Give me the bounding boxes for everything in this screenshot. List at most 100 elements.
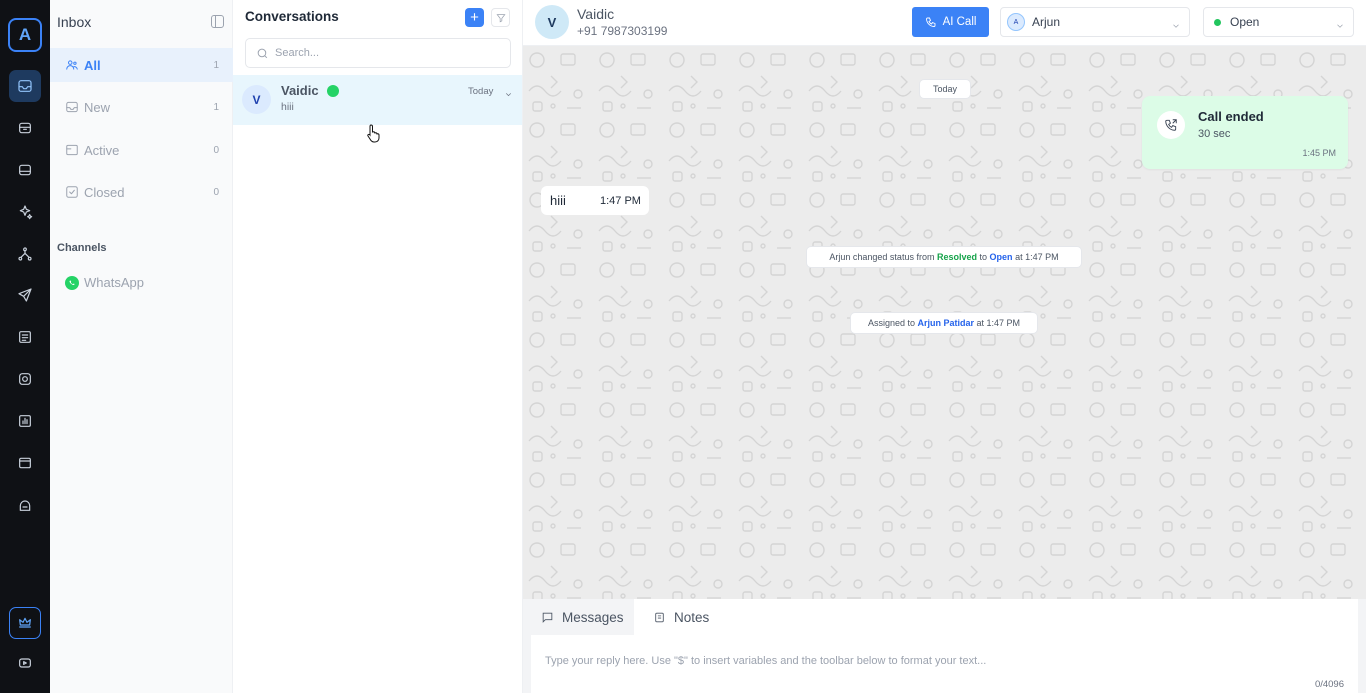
inbox-icon[interactable] — [9, 70, 41, 102]
avatar: V — [535, 5, 569, 39]
video-icon[interactable] — [9, 647, 41, 679]
call-time: 1:45 PM — [1302, 148, 1336, 158]
event-text: Assigned to — [867, 318, 915, 328]
tab-notes[interactable]: Notes — [643, 599, 719, 635]
crown-icon[interactable] — [9, 607, 41, 639]
conversations-title: Conversations — [245, 9, 339, 24]
channel-label: WhatsApp — [84, 275, 144, 290]
search-input[interactable] — [275, 47, 495, 59]
ai-call-button[interactable]: AI Call — [912, 7, 989, 37]
date-divider: Today — [920, 80, 970, 98]
tab-messages[interactable]: Messages — [531, 599, 634, 635]
filter-icon — [495, 13, 506, 22]
browser-icon[interactable] — [9, 447, 41, 479]
conversation-time: Today — [468, 86, 494, 97]
inbox-item-active[interactable]: Active 0 — [50, 133, 233, 167]
status-change-event: Arjun changed status from Resolved to Op… — [807, 247, 1081, 267]
hard-drive-icon[interactable] — [9, 154, 41, 186]
inbox-item-closed[interactable]: Closed 0 — [50, 175, 233, 209]
inbox-item-label: Closed — [84, 184, 125, 200]
tab-label: Messages — [562, 609, 624, 625]
whatsapp-icon — [327, 85, 339, 97]
inbox-tray-icon — [66, 101, 78, 113]
call-duration: 30 sec — [1198, 128, 1231, 140]
users-icon — [66, 60, 78, 70]
network-icon[interactable] — [9, 238, 41, 270]
call-title: Call ended — [1198, 109, 1264, 124]
whatsapp-icon — [65, 275, 79, 290]
chevron-down-icon[interactable] — [504, 86, 513, 97]
avatar: A — [1007, 13, 1025, 31]
hand-cursor-icon — [367, 124, 380, 143]
event-text: at 1:47 PM — [1015, 252, 1059, 262]
status-label: Open — [1230, 15, 1260, 29]
inbox-item-label: New — [84, 99, 111, 115]
app-rail: A — [0, 0, 50, 693]
bot-icon[interactable] — [9, 489, 41, 521]
ai-call-label: AI Call — [942, 16, 977, 28]
folder-icon — [66, 144, 78, 156]
chat-header: V Vaidic +91 7987303199 AI Call A Arjun … — [523, 0, 1366, 46]
character-counter: 0/4096 — [1314, 679, 1344, 690]
conversation-preview: hiii — [281, 101, 294, 113]
inbox-item-label: Active — [84, 142, 120, 158]
tab-label: Notes — [674, 609, 710, 625]
inbox-item-label: All — [84, 57, 101, 73]
search-icon — [257, 48, 268, 58]
chat-area: V Vaidic +91 7987303199 AI Call A Arjun … — [523, 0, 1366, 693]
phone-call-icon — [1157, 111, 1185, 139]
conversations-panel: Conversations + V Vaidic hiii Today — [233, 0, 523, 693]
chevron-down-icon — [1335, 18, 1345, 28]
message-time: 1:47 PM — [600, 195, 641, 207]
assignee-name: Arjun — [1032, 15, 1061, 29]
contact-phone: +91 7987303199 — [577, 24, 668, 38]
inbox-title: Inbox — [57, 14, 92, 30]
inbox-item-count: 1 — [213, 101, 219, 113]
event-from-status: Resolved — [936, 252, 977, 262]
check-square-icon — [66, 186, 78, 198]
search-box[interactable] — [245, 38, 511, 68]
notes-icon — [655, 612, 664, 622]
assignee-select[interactable]: A Arjun — [1000, 7, 1190, 37]
inbox-item-all[interactable]: All 1 — [50, 48, 233, 82]
phone-icon — [925, 17, 936, 27]
inbox-panel: Inbox All 1 New 1 Active 0 Closed 0 Chan… — [50, 0, 233, 693]
instagram-icon[interactable] — [9, 363, 41, 395]
list-icon[interactable] — [9, 321, 41, 353]
status-dot — [1214, 18, 1221, 26]
composer: Messages Notes 0/4096 — [523, 599, 1366, 693]
event-to-status: Open — [989, 252, 1013, 262]
conversation-item[interactable]: V Vaidic hiii Today — [233, 75, 522, 125]
chart-icon[interactable] — [9, 405, 41, 437]
channels-heading: Channels — [57, 242, 107, 254]
sparkles-icon[interactable] — [9, 196, 41, 228]
chevron-down-icon — [1171, 18, 1181, 28]
composer-box: Messages Notes 0/4096 — [531, 599, 1358, 693]
event-assignee: Arjun Patidar — [917, 318, 974, 328]
filter-button[interactable] — [491, 8, 510, 27]
workspace-logo[interactable]: A — [8, 18, 42, 52]
event-text: to — [979, 252, 988, 262]
incoming-message: hiii 1:47 PM — [541, 186, 649, 215]
send-icon[interactable] — [9, 279, 41, 311]
status-select[interactable]: Open — [1203, 7, 1354, 37]
event-text: Arjun changed status from — [829, 252, 935, 262]
call-ended-card: Call ended 30 sec 1:45 PM — [1142, 96, 1348, 169]
reply-input[interactable] — [545, 655, 1325, 675]
event-text: at 1:47 PM — [976, 318, 1021, 328]
inbox-item-count: 1 — [213, 59, 219, 71]
message-icon — [542, 612, 553, 623]
channel-whatsapp[interactable]: WhatsApp — [65, 275, 144, 290]
avatar: V — [242, 85, 271, 114]
message-text: hiii — [550, 193, 566, 208]
contact-name: Vaidic — [577, 6, 615, 22]
archive-icon[interactable] — [9, 112, 41, 144]
inbox-item-count: 0 — [213, 144, 219, 156]
message-list[interactable]: Today Call ended 30 sec 1:45 PM hiii 1:4… — [523, 46, 1366, 599]
assignment-event: Assigned to Arjun Patidar at 1:47 PM — [851, 313, 1037, 333]
new-conversation-button[interactable]: + — [465, 8, 484, 27]
inbox-item-count: 0 — [213, 186, 219, 198]
inbox-item-new[interactable]: New 1 — [50, 90, 233, 124]
collapse-sidebar-icon[interactable] — [211, 15, 224, 28]
conversation-name: Vaidic — [281, 83, 319, 98]
